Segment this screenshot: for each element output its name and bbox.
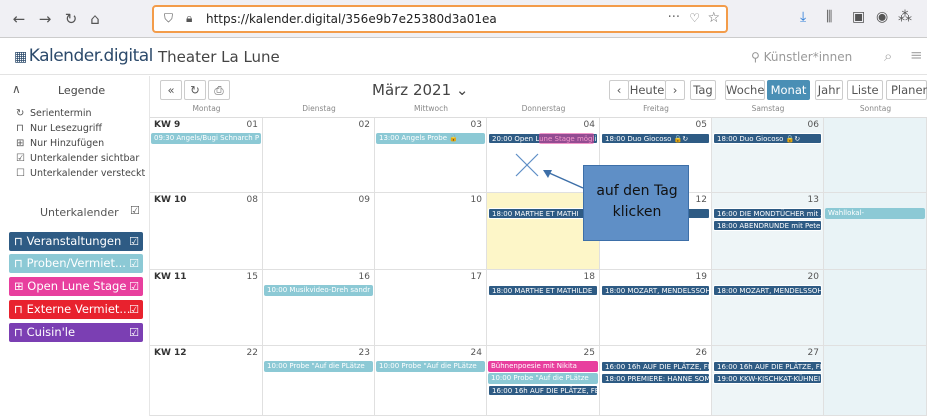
annotation-overlay [515,153,584,189]
cross-mark [515,153,539,177]
annotation-line-1: auf den Tag [596,183,678,199]
annotation-callout: auf den Tag klicken [583,165,689,241]
arrow-line [543,170,584,189]
annotation-line-2: klicken [612,204,662,220]
